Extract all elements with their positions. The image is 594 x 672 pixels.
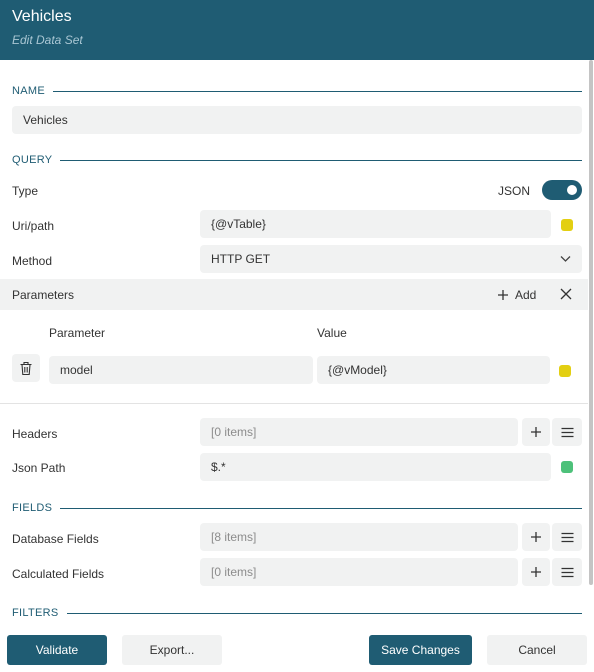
plus-icon: [531, 567, 541, 577]
list-icon: [561, 427, 573, 437]
validate-button[interactable]: Validate: [7, 635, 107, 665]
query-section-heading: QUERY: [12, 153, 582, 167]
plus-icon: [531, 427, 541, 437]
name-section-heading: NAME: [12, 84, 582, 98]
export-button[interactable]: Export...: [122, 635, 222, 665]
method-label: Method: [12, 254, 53, 268]
json-path-input[interactable]: $.*: [200, 453, 551, 481]
method-select[interactable]: HTTP GET: [200, 245, 582, 273]
uri-input[interactable]: {@vTable}: [200, 210, 551, 238]
section-divider: [12, 613, 582, 614]
list-calculated-fields-button[interactable]: [552, 558, 582, 586]
method-value: HTTP GET: [211, 252, 271, 266]
json-path-status-indicator: [561, 461, 573, 473]
plus-icon: [531, 532, 541, 542]
name-input[interactable]: Vehicles: [12, 106, 582, 134]
delete-parameter-button[interactable]: [12, 354, 40, 382]
cancel-button[interactable]: Cancel: [487, 635, 587, 665]
plus-icon: [498, 290, 508, 300]
query-heading: QUERY: [12, 153, 61, 167]
parameter-value-input[interactable]: {@vModel}: [317, 356, 550, 384]
form-body: NAME Vehicles QUERY Type JSON Uri/path {…: [0, 60, 594, 622]
section-divider: [12, 91, 582, 92]
add-database-field-button[interactable]: [522, 523, 550, 551]
save-changes-button[interactable]: Save Changes: [369, 635, 472, 665]
trash-icon: [20, 361, 32, 375]
uri-label: Uri/path: [12, 219, 55, 233]
filters-heading: FILTERS: [12, 606, 67, 620]
calculated-fields-input[interactable]: [0 items]: [200, 558, 518, 586]
dialog-header: Vehicles Edit Data Set: [0, 0, 594, 60]
chevron-down-icon: [560, 256, 571, 262]
json-path-label: Json Path: [12, 461, 66, 475]
type-value: JSON: [498, 184, 531, 198]
close-icon[interactable]: [558, 286, 574, 302]
filters-section-heading: FILTERS: [12, 606, 582, 620]
toggle-knob: [567, 185, 577, 195]
add-calculated-field-button[interactable]: [522, 558, 550, 586]
headers-input[interactable]: [0 items]: [200, 418, 518, 446]
uri-status-indicator: [561, 219, 573, 231]
value-column-header: Value: [317, 326, 347, 340]
fields-heading: FIELDS: [12, 501, 61, 515]
type-label: Type: [12, 184, 39, 198]
list-icon: [561, 532, 573, 542]
database-fields-input[interactable]: [8 items]: [200, 523, 518, 551]
add-parameter-button[interactable]: Add: [497, 285, 536, 305]
section-divider: [12, 160, 582, 161]
dialog-subtitle: Edit Data Set: [12, 33, 83, 47]
add-header-button[interactable]: [522, 418, 550, 446]
list-database-fields-button[interactable]: [552, 523, 582, 551]
calculated-fields-label: Calculated Fields: [12, 567, 105, 581]
database-fields-label: Database Fields: [12, 532, 99, 546]
parameters-divider: [0, 403, 588, 404]
list-icon: [561, 567, 573, 577]
parameters-bar: Parameters Add: [0, 279, 588, 310]
dialog-title: Vehicles: [12, 8, 72, 25]
parameter-column-header: Parameter: [49, 326, 106, 340]
section-divider: [12, 508, 582, 509]
parameter-status-indicator: [559, 365, 571, 377]
fields-section-heading: FIELDS: [12, 501, 582, 515]
dialog-footer: Validate Export... Save Changes Cancel: [0, 622, 594, 672]
parameter-name-input[interactable]: model: [49, 356, 313, 384]
headers-label: Headers: [12, 427, 58, 441]
name-heading: NAME: [12, 84, 53, 98]
add-parameter-label: Add: [515, 288, 537, 302]
list-headers-button[interactable]: [552, 418, 582, 446]
parameters-heading: Parameters: [12, 288, 75, 302]
json-toggle[interactable]: [542, 180, 582, 200]
